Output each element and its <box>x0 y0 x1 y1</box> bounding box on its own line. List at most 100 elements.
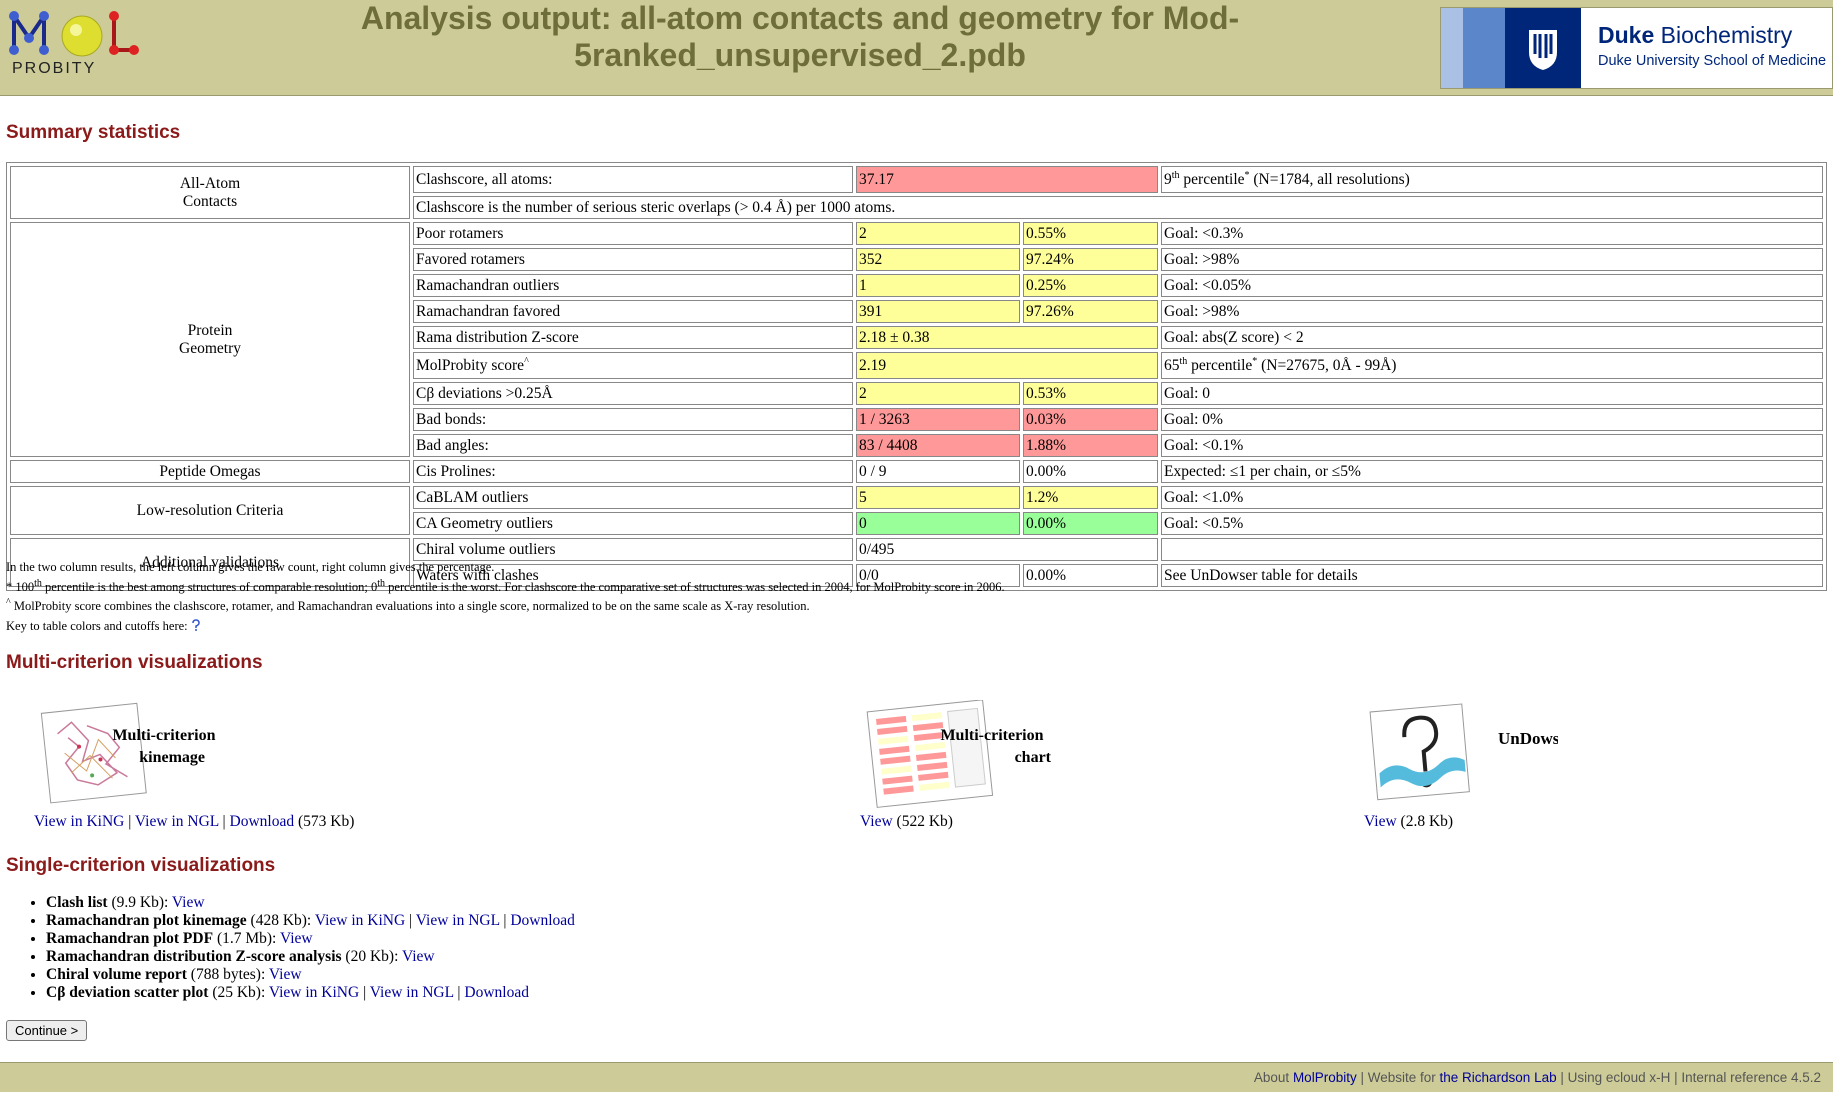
page-title: Analysis output: all-atom contacts and g… <box>360 0 1240 73</box>
count-cell: 5 <box>856 486 1020 509</box>
view-in-ngl-link[interactable]: View in NGL <box>135 813 219 830</box>
rama-kin-ngl-link[interactable]: View in NGL <box>416 912 500 929</box>
undowser-links: View (2.8 Kb) <box>1364 813 1454 830</box>
table-row: Low-resolution Criteria CaBLAM outliers … <box>10 486 1823 535</box>
list-item: Ramachandran distribution Z-score analys… <box>46 948 575 966</box>
goal-cell: Goal: <0.3% <box>1161 222 1823 245</box>
logo-text: PROBITY <box>12 60 97 77</box>
row-label: Bad angles: <box>413 434 853 457</box>
single-heading: Single-criterion visualizations <box>6 855 276 876</box>
goal-cell: Goal: >98% <box>1161 248 1823 271</box>
continue-button[interactable]: Continue > <box>6 1020 88 1041</box>
view-in-king-link[interactable]: View in KiNG <box>34 813 124 830</box>
category-omegas: Peptide Omegas <box>10 460 410 483</box>
clash-list-view-link[interactable]: View <box>172 894 205 911</box>
list-item: Chiral volume report (788 bytes): View <box>46 966 575 984</box>
goal-cell: Goal: <0.5% <box>1161 512 1823 535</box>
count-cell: 0 <box>856 512 1020 535</box>
rama-z-view-link[interactable]: View <box>402 948 435 965</box>
list-item: Ramachandran plot PDF (1.7 Mb): View <box>46 930 575 948</box>
footer: About MolProbity | Website for the Richa… <box>0 1062 1833 1092</box>
chart-thumbnail-icon: Multi-criterion chart <box>866 699 1052 808</box>
category-allatom: All-Atom Contacts <box>10 166 410 219</box>
count-cell: 2 <box>856 382 1020 405</box>
clashscore-note: Clashscore is the number of serious ster… <box>413 196 1823 219</box>
chart-links: View (522 Kb) <box>860 813 953 830</box>
pct-cell: 1.2% <box>1023 486 1158 509</box>
goal-cell: Goal: <0.1% <box>1161 434 1823 457</box>
pct-cell: 1.88% <box>1023 434 1158 457</box>
table-notes: In the two column results, the left colu… <box>6 558 1005 636</box>
multi-heading: Multi-criterion visualizations <box>6 652 263 673</box>
clashscore-value: 37.17 <box>856 166 1158 193</box>
rama-kin-king-link[interactable]: View in KiNG <box>315 912 405 929</box>
note-molprobity: ^ MolProbity score combines the clashsco… <box>6 596 810 613</box>
duke-subtitle: Duke University School of Medicine <box>1598 53 1827 69</box>
rama-z-value: 2.18 ± 0.38 <box>856 326 1158 349</box>
summary-table: All-Atom Contacts Clashscore, all atoms: … <box>6 162 1827 591</box>
kinemage-links: View in KiNG | View in NGL | Download (5… <box>34 813 355 830</box>
molprobity-percentile: 65th percentile* (N=27675, 0Å - 99Å) <box>1161 352 1823 379</box>
duke-biochemistry-logo[interactable]: Duke Biochemistry Duke University School… <box>1440 7 1833 89</box>
table-row: All-Atom Contacts Clashscore, all atoms: … <box>10 166 1823 219</box>
chiral-report-view-link[interactable]: View <box>269 966 302 983</box>
row-label: Clashscore, all atoms: <box>413 166 853 193</box>
goal-cell <box>1161 538 1823 561</box>
goal-cell: Goal: 0 <box>1161 382 1823 405</box>
kinemage-thumb-line2: kinemage <box>139 749 205 766</box>
goal-cell: See UnDowser table for details <box>1161 564 1823 587</box>
row-label: Cβ deviations >0.25Å <box>413 382 853 405</box>
cb-ngl-link[interactable]: View in NGL <box>370 984 454 1001</box>
duke-name: Duke Biochemistry <box>1598 22 1793 48</box>
goal-cell: Goal: abs(Z score) < 2 <box>1161 326 1823 349</box>
goal-cell: Goal: <1.0% <box>1161 486 1823 509</box>
row-label: Rama distribution Z-score <box>413 326 853 349</box>
molprobity-logo[interactable]: PROBITY <box>4 8 144 82</box>
view-chart-link[interactable]: View <box>860 813 893 830</box>
count-cell: 0 / 9 <box>856 460 1020 483</box>
count-cell: 391 <box>856 300 1020 323</box>
duke-shield-icon <box>1529 30 1557 70</box>
rama-kin-download-link[interactable]: Download <box>510 912 575 929</box>
row-label: Favored rotamers <box>413 248 853 271</box>
help-link-icon[interactable] <box>191 618 201 631</box>
molprobity-link[interactable]: MolProbity <box>1293 1070 1357 1085</box>
goal-cell: Expected: ≤1 per chain, or ≤5% <box>1161 460 1823 483</box>
clashscore-percentile: 9th percentile* (N=1784, all resolutions… <box>1161 166 1823 193</box>
row-label: Poor rotamers <box>413 222 853 245</box>
list-item: Clash list (9.9 Kb): View <box>46 894 575 912</box>
kinemage-thumbnail-icon: Multi-criterion kinemage <box>40 702 216 804</box>
goal-cell: Goal: >98% <box>1161 300 1823 323</box>
note-percentile: * 100th percentile is the best among str… <box>6 577 1005 594</box>
molprobity-score-value: 2.19 <box>856 352 1158 379</box>
count-cell: 2 <box>856 222 1020 245</box>
row-label: Ramachandran favored <box>413 300 853 323</box>
table-row: Peptide Omegas Cis Prolines: 0 / 9 0.00%… <box>10 460 1823 483</box>
category-lowres: Low-resolution Criteria <box>10 486 410 535</box>
list-item: Cβ deviation scatter plot (25 Kb): View … <box>46 984 575 1002</box>
undowser-thumbnail[interactable]: UnDowser <box>1368 700 1575 808</box>
kinemage-thumb-line1: Multi-criterion <box>112 727 215 744</box>
cb-king-link[interactable]: View in KiNG <box>269 984 359 1001</box>
cb-download-link[interactable]: Download <box>464 984 529 1001</box>
pct-cell: 97.26% <box>1023 300 1158 323</box>
header-banner: PROBITY Analysis output: all-atom contac… <box>0 0 1833 96</box>
count-cell: 352 <box>856 248 1020 271</box>
list-item: Ramachandran plot kinemage (428 Kb): Vie… <box>46 912 575 930</box>
goal-cell: Goal: 0% <box>1161 408 1823 431</box>
chart-thumb-line2: chart <box>1015 749 1052 766</box>
pct-cell: 0.03% <box>1023 408 1158 431</box>
pct-cell: 0.55% <box>1023 222 1158 245</box>
chart-thumbnail[interactable]: Multi-criterion chart <box>866 699 1056 808</box>
pct-cell: 0.53% <box>1023 382 1158 405</box>
rama-pdf-view-link[interactable]: View <box>280 930 313 947</box>
kinemage-thumbnail[interactable]: Multi-criterion kinemage <box>40 700 230 808</box>
category-geometry: Protein Geometry <box>10 222 410 457</box>
row-label: Ramachandran outliers <box>413 274 853 297</box>
pct-cell: 0.00% <box>1023 460 1158 483</box>
undowser-thumb-label: UnDowser <box>1498 729 1558 748</box>
view-undowser-link[interactable]: View <box>1364 813 1397 830</box>
undowser-thumbnail-icon: UnDowser <box>1369 703 1575 801</box>
richardson-lab-link[interactable]: the Richardson Lab <box>1440 1070 1557 1085</box>
download-link[interactable]: Download <box>230 813 295 830</box>
